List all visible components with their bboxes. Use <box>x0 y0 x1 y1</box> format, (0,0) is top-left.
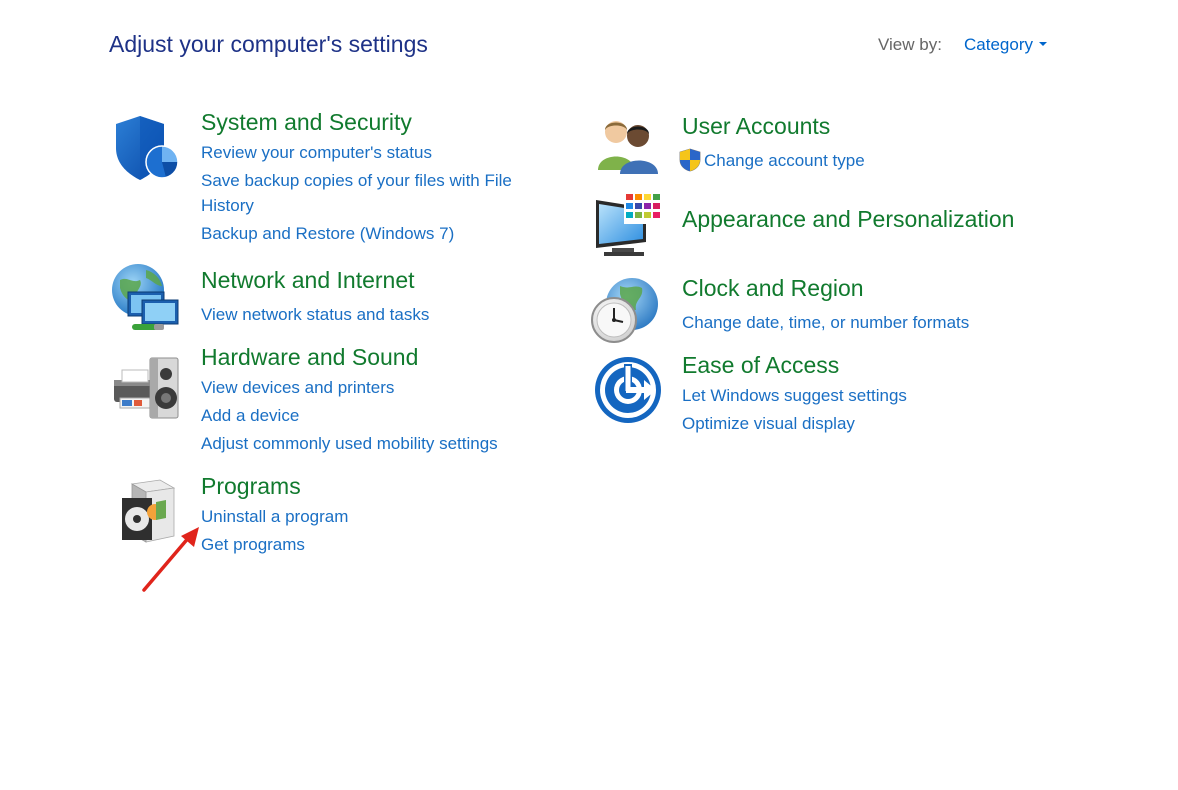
link-network-status[interactable]: View network status and tasks <box>201 302 429 327</box>
link-review-status[interactable]: Review your computer's status <box>201 140 432 165</box>
network-globe-icon[interactable] <box>110 262 184 336</box>
link-devices-printers[interactable]: View devices and printers <box>201 375 394 400</box>
link-save-backup-cont[interactable]: History <box>201 193 254 218</box>
ease-of-access-icon[interactable] <box>594 356 662 424</box>
page-title: Adjust your computer's settings <box>109 31 428 57</box>
user-accounts-title[interactable]: User Accounts <box>682 113 830 140</box>
ease-access-title[interactable]: Ease of Access <box>682 352 839 379</box>
view-by-control: View by: Category <box>878 35 1047 55</box>
system-security-title[interactable]: System and Security <box>201 109 412 136</box>
link-save-backup[interactable]: Save backup copies of your files with Fi… <box>201 168 512 193</box>
link-change-account-type[interactable]: Change account type <box>679 148 865 174</box>
network-internet-title[interactable]: Network and Internet <box>201 267 415 294</box>
link-uninstall-program[interactable]: Uninstall a program <box>201 504 348 529</box>
users-icon[interactable] <box>594 116 662 176</box>
chevron-down-icon[interactable] <box>1038 41 1047 46</box>
hardware-sound-title[interactable]: Hardware and Sound <box>201 344 418 371</box>
monitor-palette-icon[interactable] <box>594 192 666 262</box>
clock-region-title[interactable]: Clock and Region <box>682 275 864 302</box>
view-by-dropdown[interactable]: Category <box>964 35 1047 55</box>
link-backup-restore[interactable]: Backup and Restore (Windows 7) <box>201 221 454 246</box>
link-windows-suggest[interactable]: Let Windows suggest settings <box>682 383 907 408</box>
view-by-value[interactable]: Category <box>964 35 1033 54</box>
printer-speaker-icon[interactable] <box>110 352 184 424</box>
annotation-arrow <box>142 527 199 592</box>
clock-globe-icon[interactable] <box>590 276 664 348</box>
shield-icon[interactable] <box>110 112 182 184</box>
link-optimize-display[interactable]: Optimize visual display <box>682 411 855 436</box>
programs-title[interactable]: Programs <box>201 473 301 500</box>
uac-shield-icon <box>679 148 701 171</box>
link-add-device[interactable]: Add a device <box>201 403 299 428</box>
view-by-label: View by: <box>878 35 942 54</box>
link-date-time-formats[interactable]: Change date, time, or number formats <box>682 310 969 335</box>
link-mobility-settings[interactable]: Adjust commonly used mobility settings <box>201 431 498 456</box>
link-get-programs[interactable]: Get programs <box>201 532 305 557</box>
appearance-title[interactable]: Appearance and Personalization <box>682 206 1014 233</box>
link-change-account-type-label[interactable]: Change account type <box>704 151 865 170</box>
